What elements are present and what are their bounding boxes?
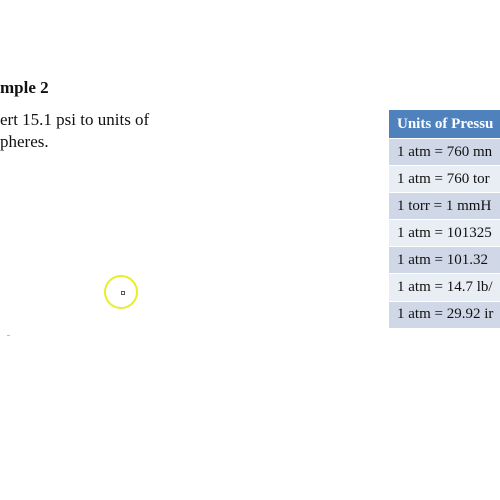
slide-body: ert 15.1 psi to units of pheres. [0,109,149,153]
artifact-mark [7,335,10,336]
table-row: 1 atm = 29.92 ir [389,301,500,329]
slide-title: mple 2 [0,78,49,97]
table-row: 1 atm = 101325 [389,220,500,248]
table-row: 1 atm = 14.7 lb/ [389,274,500,302]
table-row: 1 atm = 760 mn [389,139,500,167]
table-row: 1 torr = 1 mmH [389,193,500,221]
body-line: ert 15.1 psi to units of [0,110,150,129]
body-line: pheres. [0,132,49,151]
table-row: 1 atm = 760 tor [389,166,500,194]
units-of-pressure-table: Units of Pressu 1 atm = 760 mn 1 atm = 7… [389,110,500,329]
presentation-slide: mple 2 ert 15.1 psi to units of pheres. … [0,0,500,500]
table-header: Units of Pressu [389,110,500,139]
mouse-pointer-icon [121,291,125,295]
table-row: 1 atm = 101.32 [389,247,500,275]
